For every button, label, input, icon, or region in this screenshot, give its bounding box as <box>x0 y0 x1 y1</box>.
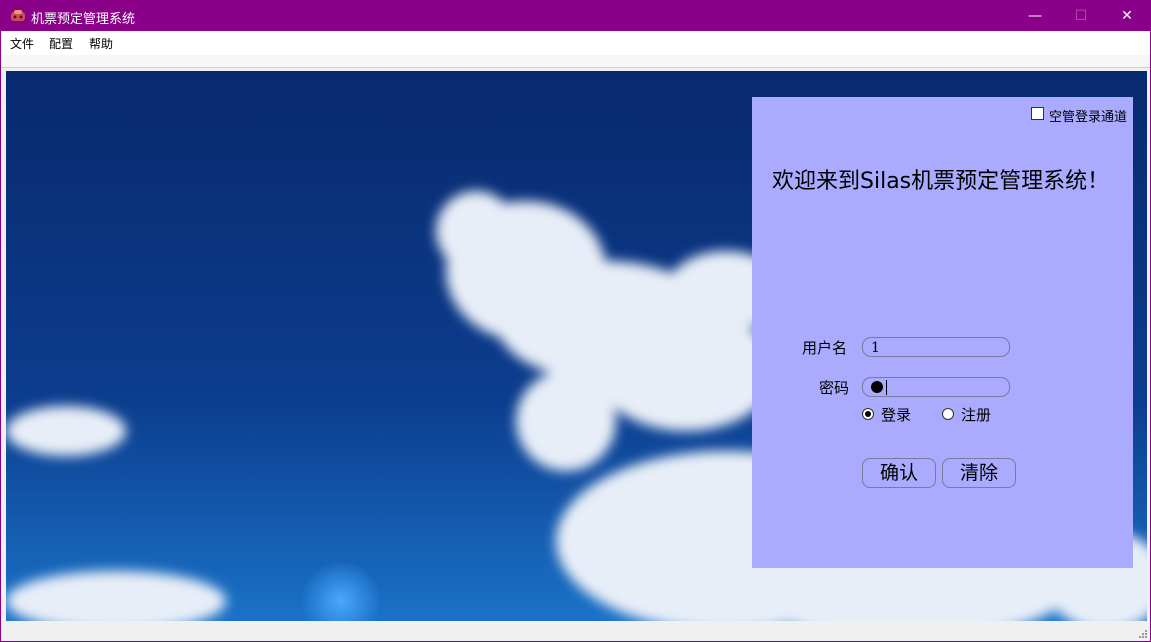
clear-button[interactable]: 清除 <box>942 458 1016 488</box>
password-input[interactable] <box>862 377 1010 397</box>
login-radio-label: 登录 <box>881 406 912 424</box>
maximize-icon: ☐ <box>1074 8 1088 24</box>
app-window: 机票预定管理系统 — ☐ ✕ 文件 配置 帮助 空管登录通道 欢迎来到Silas… <box>0 0 1151 642</box>
confirm-button[interactable]: 确认 <box>862 458 936 488</box>
close-button[interactable]: ✕ <box>1104 1 1150 31</box>
menu-file[interactable]: 文件 <box>10 35 34 52</box>
login-panel: 空管登录通道 欢迎来到Silas机票预定管理系统！ 用户名 1 密码 登录 注册… <box>752 97 1133 568</box>
toolbar-strip <box>1 55 1150 68</box>
welcome-heading: 欢迎来到Silas机票预定管理系统！ <box>772 169 1110 194</box>
menu-config[interactable]: 配置 <box>49 35 73 52</box>
password-mask-dot <box>871 381 883 393</box>
window-title: 机票预定管理系统 <box>31 12 136 27</box>
minimize-button[interactable]: — <box>1012 1 1058 31</box>
title-bar[interactable]: 机票预定管理系统 — ☐ ✕ <box>1 1 1150 31</box>
username-label: 用户名 <box>802 339 848 357</box>
minimize-icon: — <box>1028 8 1042 24</box>
register-radio-label: 注册 <box>961 406 992 424</box>
admin-login-checkbox[interactable] <box>1031 107 1044 120</box>
login-radio[interactable] <box>862 408 874 420</box>
menu-help[interactable]: 帮助 <box>89 35 113 52</box>
status-bar <box>1 621 1150 641</box>
resize-grip-icon[interactable] <box>1137 628 1147 638</box>
admin-login-label: 空管登录通道 <box>1049 110 1128 125</box>
username-value: 1 <box>871 340 880 356</box>
close-icon: ✕ <box>1121 8 1133 24</box>
password-label: 密码 <box>819 379 850 397</box>
maximize-button[interactable]: ☐ <box>1058 1 1104 31</box>
register-radio[interactable] <box>942 408 954 420</box>
text-caret <box>886 380 887 395</box>
main-content: 空管登录通道 欢迎来到Silas机票预定管理系统！ 用户名 1 密码 登录 注册… <box>6 71 1147 621</box>
menu-bar: 文件 配置 帮助 <box>1 31 1150 55</box>
username-input[interactable]: 1 <box>862 337 1010 357</box>
app-logo-icon <box>11 10 25 21</box>
